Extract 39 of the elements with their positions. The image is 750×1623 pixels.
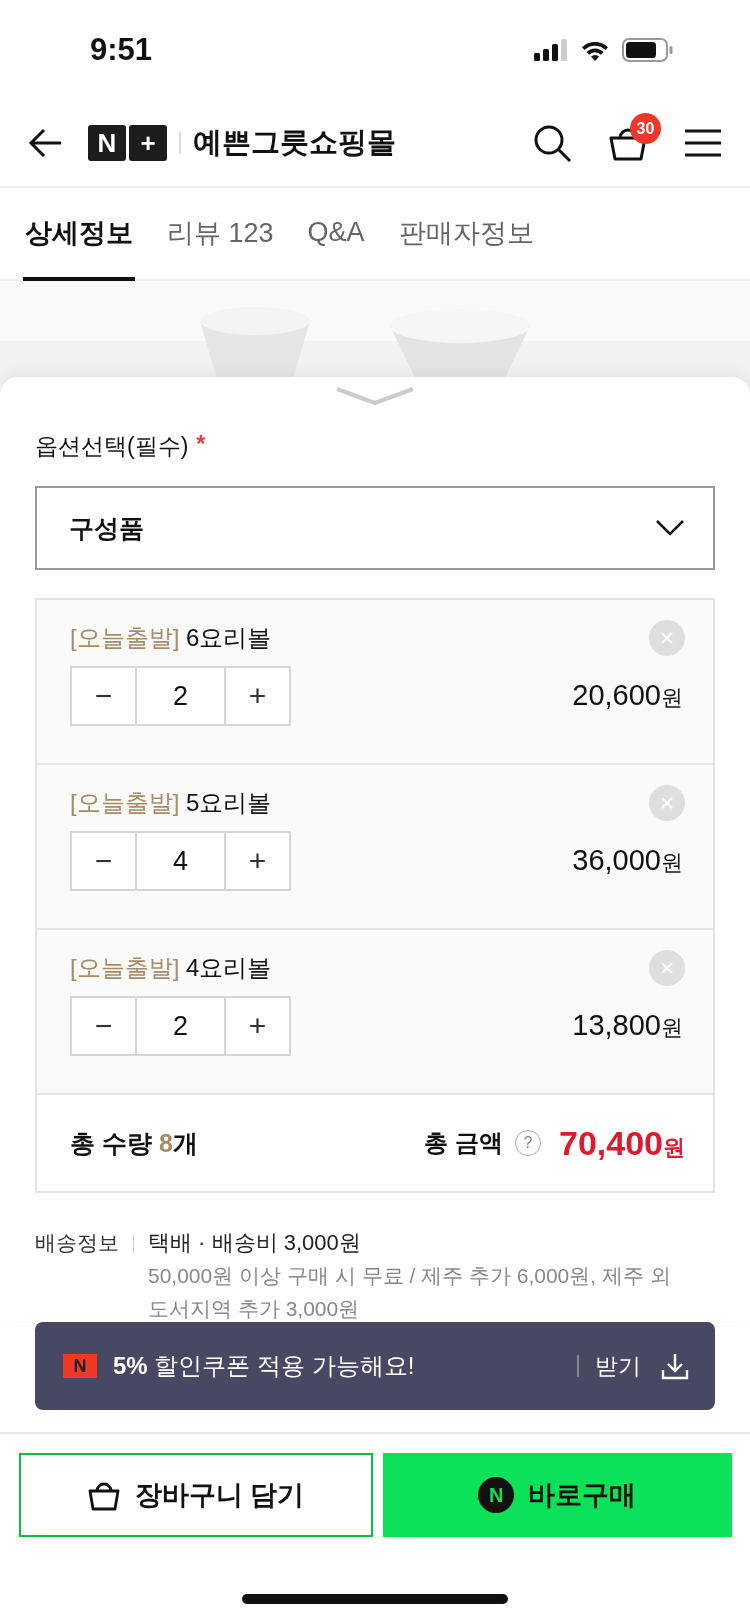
- item-name: [오늘출발] 6요리볼: [70, 623, 272, 653]
- tab[interactable]: Q&A: [305, 188, 367, 281]
- total-amount-label: 총 금액: [424, 1128, 503, 1158]
- battery-icon: [622, 38, 674, 62]
- required-mark: *: [196, 431, 206, 459]
- total-quantity: 총 수량 8개: [70, 1127, 198, 1159]
- shipping-note: 도서지역 추가 3,000원: [148, 1296, 361, 1322]
- item-price: 36,000원: [572, 844, 683, 878]
- coupon-banner[interactable]: N 5% 할인쿠폰 적용 가능해요! 받기: [35, 1322, 715, 1410]
- wifi-icon: [580, 39, 610, 61]
- logo-letter: N: [88, 125, 126, 161]
- store-name[interactable]: 예쁜그릇쇼핑몰: [193, 123, 396, 163]
- buy-now-button[interactable]: N 바로구매: [382, 1453, 732, 1537]
- download-icon[interactable]: [661, 1352, 689, 1380]
- caret-icon: [655, 519, 685, 537]
- tab[interactable]: 판매자정보: [396, 188, 536, 281]
- shipping-method: 택배 · 배송비 3,000원: [148, 1229, 362, 1257]
- coupon-text: 5% 할인쿠폰 적용 가능해요!: [113, 1351, 415, 1381]
- cart-button[interactable]: 30: [608, 113, 661, 163]
- signal-icon: [534, 39, 568, 61]
- item-price: 20,600원: [572, 679, 683, 713]
- cart-count-badge: 30: [630, 113, 661, 144]
- shipping-note: 50,000원 이상 구매 시 무료 / 제주 추가 6,000원, 제주 외: [148, 1263, 671, 1289]
- add-to-cart-button[interactable]: 장바구니 담기: [19, 1453, 373, 1537]
- logo-plus: +: [129, 125, 167, 161]
- item-name: [오늘출발] 5요리볼: [70, 788, 272, 818]
- tab[interactable]: 리뷰 123: [165, 188, 276, 281]
- option-select[interactable]: 구성품: [35, 486, 715, 570]
- menu-icon[interactable]: [684, 128, 722, 158]
- item-name: [오늘출발] 4요리볼: [70, 953, 272, 983]
- total-amount: 70,400원: [559, 1123, 685, 1163]
- coupon-badge: N: [63, 1354, 97, 1378]
- back-arrow-icon[interactable]: [28, 128, 62, 158]
- status-time: 9:51: [90, 32, 153, 68]
- item-price: 13,800원: [572, 1009, 683, 1043]
- coupon-download-link[interactable]: 받기: [595, 1350, 641, 1382]
- option-label: 옵션선택(필수): [35, 432, 189, 461]
- search-icon[interactable]: [532, 123, 572, 163]
- shipping-label: 배송정보: [35, 1230, 119, 1256]
